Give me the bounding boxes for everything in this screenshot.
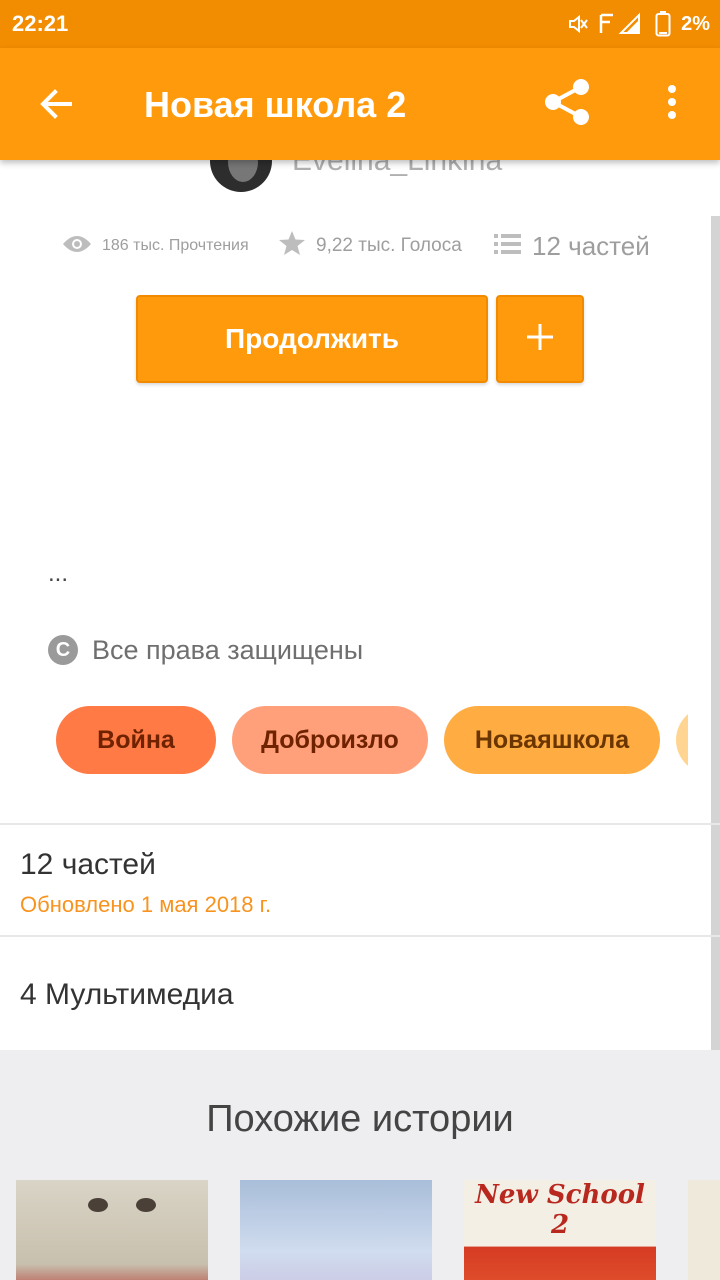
battery-percent: 2% — [681, 12, 710, 35]
divider — [0, 935, 720, 937]
tag-chip[interactable]: Война — [56, 706, 216, 774]
copyright-text: Все права защищены — [92, 634, 364, 665]
app-bar: Новая школа 2 — [0, 48, 720, 160]
media-title: 4 Мультимедиа — [20, 978, 234, 1011]
plus-icon — [525, 322, 555, 357]
back-button[interactable] — [28, 78, 84, 134]
votes-stat: 9,22 тыс. Голоса — [278, 226, 462, 266]
story-cover[interactable] — [16, 1180, 208, 1280]
parts-stat: 12 частей — [494, 226, 650, 266]
story-cover[interactable]: New School 2 — [464, 1180, 656, 1280]
parts-title: 12 частей — [20, 848, 156, 881]
tag-chip[interactable]: Новаяшкола — [444, 706, 660, 774]
status-icons: 2% — [567, 8, 710, 40]
parts-count: 12 частей — [532, 230, 650, 261]
story-cover[interactable] — [240, 1180, 432, 1280]
share-icon — [543, 78, 593, 131]
list-icon — [494, 231, 532, 262]
continue-reading-button[interactable]: Продолжить — [136, 295, 488, 383]
eye-icon — [62, 234, 102, 259]
cover-title: New School 2 — [475, 1180, 645, 1240]
share-button[interactable] — [538, 76, 598, 132]
tag-chip[interactable]: Доброизло — [232, 706, 428, 774]
status-time: 22:21 — [12, 11, 69, 36]
star-icon — [278, 230, 316, 262]
tag-chip-partial[interactable] — [676, 706, 688, 774]
tag-list[interactable]: Война Доброизло Новаяшкола — [56, 706, 688, 776]
battery-icon — [655, 11, 671, 37]
signal-icon — [599, 12, 645, 36]
similar-stories-section: Похожие истории New School 2 — [0, 1050, 720, 1280]
reads-stat: 186 тыс. Прочтения — [62, 226, 249, 266]
similar-stories-title: Похожие истории — [206, 1098, 514, 1140]
status-bar: 22:21 2% — [0, 0, 720, 48]
more-options-button[interactable] — [650, 76, 694, 132]
back-arrow-icon — [38, 86, 74, 127]
copyright-icon: C — [48, 635, 78, 665]
divider — [0, 823, 720, 825]
story-cover[interactable] — [688, 1180, 720, 1280]
more-vertical-icon — [667, 84, 677, 125]
votes-count: 9,22 тыс. Голоса — [316, 235, 462, 256]
copyright: C Все права защищены — [48, 632, 363, 668]
add-to-library-button[interactable] — [496, 295, 584, 383]
story-stats: 186 тыс. Прочтения 9,22 тыс. Голоса 12 ч… — [0, 226, 720, 266]
updated-date: Обновлено 1 мая 2018 г. — [20, 892, 272, 917]
page-title: Новая школа 2 — [144, 84, 407, 125]
reads-count: 186 тыс. Прочтения — [102, 237, 249, 254]
media-row[interactable]: 4 Мультимедиа — [0, 938, 720, 1048]
table-of-contents-row[interactable]: 12 частей Обновлено 1 мая 2018 г. — [0, 826, 720, 936]
story-description: ... — [48, 560, 69, 587]
mute-icon — [567, 13, 589, 35]
